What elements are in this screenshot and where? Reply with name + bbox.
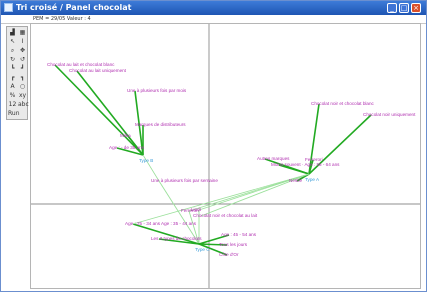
- link-age-25-34-45-44: [132, 223, 200, 245]
- map-label-milka[interactable]: Milka: [120, 133, 131, 138]
- map-type-type-a[interactable]: Type A: [305, 177, 320, 182]
- app-icon: [4, 3, 13, 12]
- map-label-chocolat-lait-blanc[interactable]: Chocolat au lait et chocolat blanc: [47, 62, 115, 67]
- rotate-icon[interactable]: ↻: [8, 56, 17, 64]
- app-window: Tri croisé / Panel chocolat _ □ × PEM = …: [0, 0, 427, 292]
- pointer-icon[interactable]: ↖: [8, 38, 17, 46]
- window-title: Tri croisé / Panel chocolat: [16, 3, 132, 12]
- map-label-chocolat-noir-uniquement[interactable]: Chocolat noir uniquement: [363, 112, 416, 117]
- map-label-autres-marques[interactable]: Autres marques: [257, 156, 290, 161]
- map-label-chocolat-lait-uniquement[interactable]: Chocolat au lait uniquement: [69, 68, 127, 73]
- map-label-chocolat-noir-blanc[interactable]: Chocolat noir et chocolat blanc: [311, 101, 375, 106]
- minimize-button[interactable]: _: [387, 3, 397, 13]
- map-label-trois-types[interactable]: Les 3 types de chocolats: [151, 236, 202, 241]
- axis-cross-icon[interactable]: ┓: [18, 74, 27, 82]
- rotate-alt-icon[interactable]: ↺: [18, 56, 27, 64]
- run-icon[interactable]: Run: [8, 110, 20, 118]
- title-bar[interactable]: Tri croisé / Panel chocolat _ □ ×: [1, 1, 426, 15]
- map-label-age-25-34-45-44[interactable]: Age : 25 - 34 ans Age : 35 - 44 ans: [125, 221, 197, 226]
- number-icon[interactable]: 12: [8, 101, 17, 109]
- grid-icon[interactable]: ▦: [18, 29, 27, 37]
- pan-icon[interactable]: ✥: [18, 47, 27, 55]
- map-label-plusieurs-fois-par-mois[interactable]: Une à plusieurs fois par mois: [127, 88, 187, 93]
- toolbox: ▟ ▦ ↖ I ⌕ ✥ ↻ ↺ ┗ ┛ ┏ ┓ A ○% xy 12 abc Run: [6, 26, 29, 120]
- bar-chart-icon[interactable]: ▟: [8, 29, 17, 37]
- map-label-age-35-ans[interactable]: Age : - de 35 ans: [109, 145, 145, 150]
- axis-alt-icon[interactable]: ┛: [18, 65, 27, 73]
- map-canvas: Chocolat au lait et chocolat blancChocol…: [31, 24, 420, 288]
- map-label-cote-dor[interactable]: Côte d'Or: [219, 252, 239, 257]
- map-label-marques-distributeurs[interactable]: Marques de distributeurs: [135, 122, 186, 127]
- link-chocolat-lait-blanc: [54, 64, 144, 156]
- text-cursor-icon[interactable]: I: [18, 38, 27, 46]
- map-label-chocolat-noir-et-lait[interactable]: Chocolat noir et chocolat au lait: [193, 213, 258, 218]
- percent-icon[interactable]: %: [8, 92, 17, 100]
- map-label-nestle[interactable]: Nestlé: [289, 178, 302, 183]
- axis-both-icon[interactable]: ┏: [8, 74, 17, 82]
- map-label-moins-souvent-age-55-64[interactable]: Moins souvent · Age : 55 - 64 ans: [271, 162, 340, 167]
- map-label-tous-les-jours[interactable]: Tous les jours: [219, 242, 248, 247]
- abc-icon[interactable]: abc: [18, 101, 29, 109]
- axis-icon[interactable]: ┗: [8, 65, 17, 73]
- map-type-type-c[interactable]: Type C: [195, 247, 210, 252]
- maximize-button[interactable]: □: [399, 3, 409, 13]
- zoom-in-icon[interactable]: ⌕: [8, 47, 17, 55]
- map-type-type-b[interactable]: Type B: [139, 158, 153, 163]
- map-label-plusieurs-fois-par-semaine[interactable]: Une à plusieurs fois par semaine: [151, 178, 218, 183]
- info-text: PEM = 29/05 Valeur : 4: [33, 16, 91, 22]
- close-button[interactable]: ×: [411, 3, 421, 13]
- map-label-age-45-54[interactable]: Age : 45 - 54 ans: [221, 232, 257, 237]
- correspondence-map[interactable]: Chocolat au lait et chocolat blanc Chocol…: [30, 23, 421, 289]
- label-icon[interactable]: A: [8, 83, 17, 91]
- circle-icon[interactable]: ○: [18, 83, 27, 91]
- xy-icon[interactable]: xy: [18, 92, 27, 100]
